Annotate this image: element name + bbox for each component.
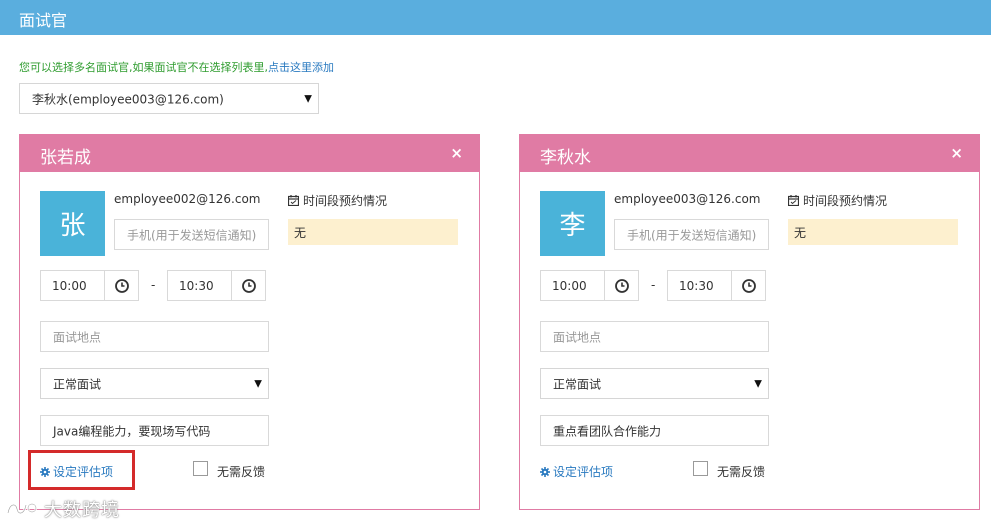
clock-icon [114, 278, 129, 293]
end-time-picker-button[interactable] [731, 270, 766, 301]
time-separator: - [151, 278, 156, 292]
note-input[interactable]: Java编程能力，要现场写代码 [40, 415, 269, 446]
chevron-down-icon: ▼ [304, 93, 312, 104]
set-evaluation-label: 设定评估项 [553, 465, 614, 479]
no-feedback-checkbox[interactable] [193, 461, 208, 476]
avatar: 李 [540, 191, 605, 256]
add-interviewer-link[interactable]: 点击这里添加 [268, 61, 334, 74]
location-input[interactable]: 面试地点 [540, 321, 769, 352]
slot-value-text: 无 [794, 226, 807, 240]
interviewer-name: 李秋水 [540, 148, 591, 168]
interviewer-card: 李秋水 × 李 employee003@126.com 手机(用于发送短信通知)… [519, 134, 980, 510]
start-time-input[interactable]: 10:00 [540, 270, 605, 301]
interview-type-select[interactable]: 正常面试 ▼ [540, 368, 769, 399]
location-placeholder: 面试地点 [553, 330, 602, 344]
end-time-picker-button[interactable] [231, 270, 266, 301]
interviewer-select-value: 李秋水(employee003@126.com) [32, 92, 224, 106]
start-time-input[interactable]: 10:00 [40, 270, 105, 301]
page-title: 面试官 [19, 11, 68, 30]
hint-message: 您可以选择多名面试官,如果面试官不在选择列表里, [19, 61, 268, 74]
end-time-value: 10:30 [679, 278, 714, 293]
clock-icon [241, 278, 256, 293]
clock-icon [741, 278, 756, 293]
note-value: Java编程能力，要现场写代码 [53, 424, 211, 438]
end-time-value: 10:30 [179, 278, 214, 293]
phone-input[interactable]: 手机(用于发送短信通知) [114, 219, 269, 250]
top-header-bar: 面试官 [0, 0, 991, 35]
watermark: 大数跨境 [6, 496, 120, 522]
watermark-text: 大数跨境 [44, 500, 120, 521]
note-input[interactable]: 重点看团队合作能力 [540, 415, 769, 446]
close-icon[interactable]: × [450, 144, 463, 162]
interview-type-select[interactable]: 正常面试 ▼ [40, 368, 269, 399]
calendar-icon [288, 195, 299, 206]
chevron-down-icon: ▼ [754, 378, 762, 389]
no-feedback-label: 无需反馈 [217, 465, 266, 479]
close-icon[interactable]: × [950, 144, 963, 162]
slot-status-value: 无 [788, 219, 958, 245]
slot-status-label: 时间段预约情况 [288, 192, 387, 209]
phone-placeholder: 手机(用于发送短信通知) [627, 228, 757, 242]
watermark-logo-icon [6, 503, 37, 515]
clock-icon [614, 278, 629, 293]
phone-placeholder: 手机(用于发送短信通知) [127, 228, 257, 242]
no-feedback-label: 无需反馈 [717, 465, 766, 479]
start-time-picker-button[interactable] [104, 270, 139, 301]
chevron-down-icon: ▼ [254, 378, 262, 389]
slot-label-text: 时间段预约情况 [303, 194, 388, 208]
interviewer-select[interactable]: 李秋水(employee003@126.com) ▼ [19, 83, 319, 114]
interviewer-email: employee003@126.com [614, 192, 761, 206]
gear-icon [540, 466, 550, 477]
slot-status-label: 时间段预约情况 [788, 192, 887, 209]
highlight-annotation-box [28, 450, 135, 490]
phone-input[interactable]: 手机(用于发送短信通知) [614, 219, 769, 250]
interviewer-email: employee002@126.com [114, 192, 261, 206]
time-separator: - [651, 278, 656, 292]
no-feedback-checkbox[interactable] [693, 461, 708, 476]
end-time-input[interactable]: 10:30 [167, 270, 232, 301]
card-header: 李秋水 × [520, 135, 979, 172]
interview-type-value: 正常面试 [53, 377, 102, 391]
start-time-value: 10:00 [52, 278, 87, 293]
location-placeholder: 面试地点 [53, 330, 102, 344]
avatar: 张 [40, 191, 105, 256]
slot-label-text: 时间段预约情况 [803, 194, 888, 208]
location-input[interactable]: 面试地点 [40, 321, 269, 352]
card-header: 张若成 × [20, 135, 479, 172]
end-time-input[interactable]: 10:30 [667, 270, 732, 301]
interviewer-name: 张若成 [40, 148, 91, 168]
slot-value-text: 无 [294, 226, 307, 240]
hint-text: 您可以选择多名面试官,如果面试官不在选择列表里,点击这里添加 [19, 59, 334, 75]
note-value: 重点看团队合作能力 [553, 424, 662, 438]
calendar-icon [788, 195, 799, 206]
start-time-picker-button[interactable] [604, 270, 639, 301]
start-time-value: 10:00 [552, 278, 587, 293]
slot-status-value: 无 [288, 219, 458, 245]
interview-type-value: 正常面试 [553, 377, 602, 391]
set-evaluation-link[interactable]: 设定评估项 [540, 463, 613, 480]
